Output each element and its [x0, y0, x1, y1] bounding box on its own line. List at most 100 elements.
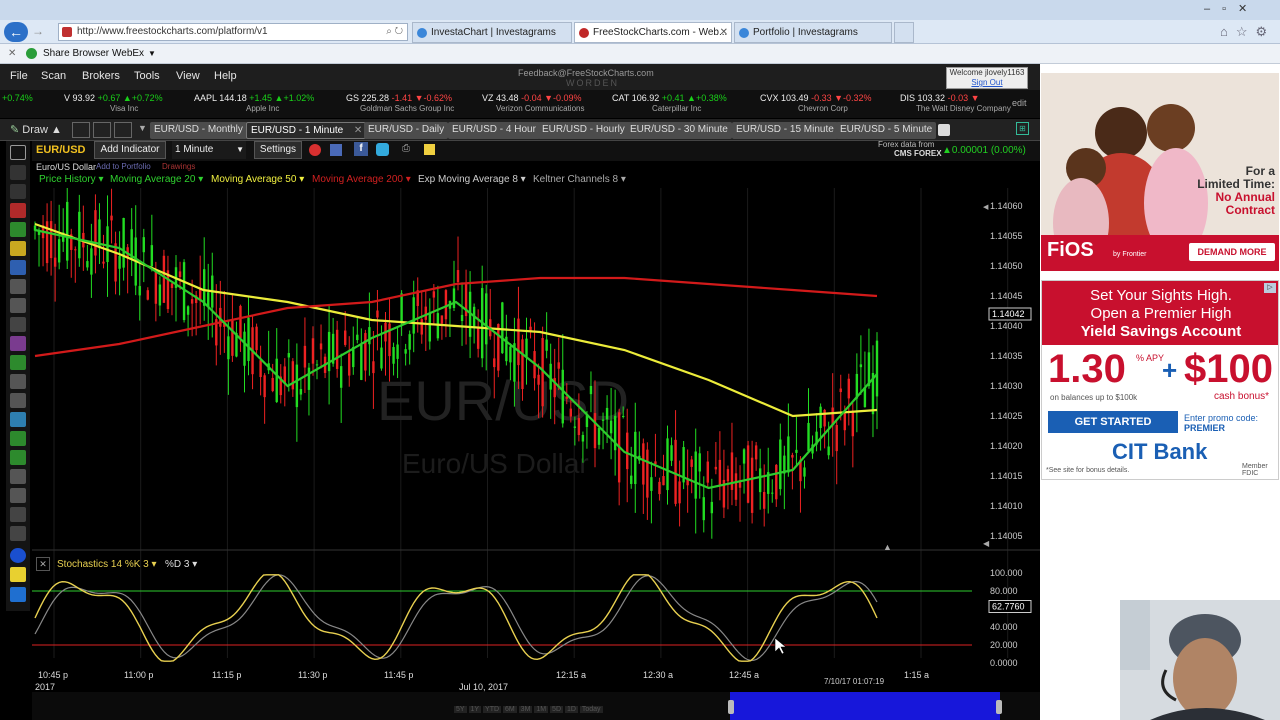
range-5y[interactable]: 5Y [454, 706, 467, 713]
vline-tool-icon[interactable] [10, 507, 26, 522]
layout-split-icon[interactable] [114, 122, 132, 138]
menu-scan[interactable]: Scan [41, 70, 66, 82]
chart-tab-daily[interactable]: EUR/USD - Daily [364, 122, 449, 139]
ticker-item[interactable]: DIS 103.32 -0.03 ▼ The Walt Disney Compa… [900, 93, 1011, 113]
cit-bank-ad[interactable]: Set Your Sights High. Open a Premier Hig… [1041, 280, 1279, 480]
move-tool-icon[interactable] [10, 165, 26, 180]
copy-icon[interactable] [330, 144, 342, 156]
chevron-down-icon[interactable]: ▼ [148, 44, 156, 63]
stochastics-legend[interactable]: Stochastics 14 %K 3 ▾ [57, 559, 157, 570]
regression-tool-icon[interactable] [10, 488, 26, 503]
ticker-item[interactable]: CVX 103.49 -0.33 ▼-0.32% Chevron Corp [760, 93, 872, 113]
parallel-tool-icon[interactable] [10, 412, 26, 427]
add-indicator-button[interactable]: Add Indicator [94, 141, 166, 159]
trendline-tool-icon[interactable] [10, 298, 26, 313]
line-tool-icon[interactable] [10, 222, 26, 237]
scroller-handle-right[interactable] [996, 700, 1002, 714]
ticker-item[interactable]: AAPL 144.18 +1.45 ▲+1.02% Apple Inc [194, 93, 314, 113]
chart-tab-30-minute[interactable]: EUR/USD - 30 Minute [626, 122, 732, 139]
close-bar-icon[interactable]: ✕ [8, 44, 16, 63]
address-bar[interactable]: http://www.freestockcharts.com/platform/… [58, 23, 408, 41]
webex-button[interactable]: WebEx [112, 44, 144, 63]
legend-ma20[interactable]: Moving Average 20 ▾ [110, 174, 203, 185]
price-chart[interactable]: EUR/USD Euro/US Dollar 1.140601.140551.1… [32, 188, 1040, 693]
drawings-link[interactable]: Drawings [162, 162, 195, 171]
eraser-tool-icon[interactable] [10, 203, 26, 218]
fan-tool-icon[interactable] [10, 450, 26, 465]
menu-tools[interactable]: Tools [134, 70, 160, 82]
chart-tab-1-minute[interactable]: EUR/USD - 1 Minute ✕ [246, 122, 367, 139]
text-tool-icon[interactable] [10, 241, 26, 256]
ticker-item[interactable]: VZ 43.48 -0.04 ▼-0.09% Verizon Communica… [482, 93, 584, 113]
hand-tool-icon[interactable] [10, 184, 26, 199]
ticker-item[interactable]: CAT 106.92 +0.41 ▲+0.38% Caterpillar Inc [612, 93, 727, 113]
chart-tab-hourly[interactable]: EUR/USD - Hourly [538, 122, 629, 139]
legend-keltner[interactable]: Keltner Channels 8 ▾ [533, 174, 626, 185]
legend-ma200[interactable]: Moving Average 200 ▾ [312, 174, 411, 185]
share-browser-button[interactable]: Share Browser [43, 44, 109, 63]
sign-out-link[interactable]: Sign Out [947, 78, 1027, 88]
chart-tab-4-hour[interactable]: EUR/USD - 4 Hour [448, 122, 540, 139]
horizontal-line-tool-icon[interactable] [10, 393, 26, 408]
range-6m[interactable]: 6M [502, 706, 517, 713]
scroller-handle-left[interactable] [728, 700, 734, 714]
facebook-icon[interactable]: f [354, 142, 368, 156]
browser-tab-investachart[interactable]: InvestaChart | Investagrams [412, 22, 572, 43]
ticker-item[interactable]: V 93.92 +0.67 ▲+0.72% Visa Inc [64, 93, 163, 113]
tabs-menu-icon[interactable]: ▼ [138, 123, 147, 133]
home-star-gear-icons[interactable]: ⌂☆⚙ [1220, 24, 1275, 40]
cycle-tool-icon[interactable] [10, 469, 26, 484]
channel-tool-icon[interactable] [10, 279, 26, 294]
browser-tab-portfolio[interactable]: Portfolio | Investagrams [734, 22, 892, 43]
range-1m[interactable]: 1M [534, 706, 549, 713]
close-pane-icon[interactable]: ✕ [36, 557, 50, 571]
note-tool-icon[interactable] [10, 567, 26, 582]
menu-brokers[interactable]: Brokers [82, 70, 120, 82]
window-controls[interactable]: –▫✕ [1204, 2, 1274, 17]
stochastics-d-legend[interactable]: %D 3 ▾ [165, 559, 197, 570]
get-started-button[interactable]: GET STARTED [1048, 411, 1178, 433]
fib-tool-icon[interactable] [10, 260, 26, 275]
speed-lines-tool-icon[interactable] [10, 431, 26, 446]
demand-more-button[interactable]: DEMAND MORE [1189, 243, 1275, 261]
search-refresh-icon[interactable]: ⌕ ↻ [386, 24, 403, 40]
ticker-item[interactable]: +0.74% [2, 93, 33, 103]
ad-choices-icon[interactable]: ▷ [1264, 283, 1276, 293]
range-3m[interactable]: 3M [518, 706, 533, 713]
arc-tool-icon[interactable] [10, 374, 26, 389]
note-icon[interactable] [424, 144, 435, 155]
add-to-portfolio-link[interactable]: Add to Portfolio [96, 162, 151, 171]
fios-ad[interactable]: For a Limited Time: No Annual Contract FiO… [1041, 73, 1279, 271]
menu-view[interactable]: View [176, 70, 200, 82]
ellipse-tool-icon[interactable] [10, 548, 26, 563]
rectangle-tool-icon[interactable] [10, 526, 26, 541]
vertical-lines-tool-icon[interactable] [10, 317, 26, 332]
settings-button[interactable]: Settings [254, 141, 302, 159]
close-tab-icon[interactable]: ✕ [720, 23, 728, 42]
ticker-item[interactable]: GS 225.28 -1.41 ▼-0.62% Goldman Sachs Gr… [346, 93, 454, 113]
back-button[interactable]: ← [4, 22, 28, 42]
chart-tab-monthly[interactable]: EUR/USD - Monthly [150, 122, 247, 139]
legend-price-history[interactable]: Price History ▾ [39, 174, 104, 185]
scroller-window[interactable] [730, 692, 1000, 720]
grid-view-icon[interactable]: ⊞ [1016, 122, 1029, 135]
print-icon[interactable]: ⎙ [402, 143, 410, 154]
forward-button[interactable]: → [32, 24, 44, 38]
layout-grid-icon[interactable] [93, 122, 111, 138]
pitchfork-tool-icon[interactable] [10, 336, 26, 351]
record-icon[interactable] [309, 144, 321, 156]
draw-button[interactable]: ✎ Draw ▲ [10, 123, 62, 136]
range-ytd[interactable]: YTD [483, 706, 502, 713]
legend-ema8[interactable]: Exp Moving Average 8 ▾ [418, 174, 526, 185]
crosshair-tool-icon[interactable] [10, 145, 26, 160]
gann-tool-icon[interactable] [10, 355, 26, 370]
range-1y[interactable]: 1Y [468, 706, 482, 713]
twitter-icon[interactable] [376, 143, 389, 156]
range-1d[interactable]: 1D [564, 706, 578, 713]
feedback-link[interactable]: Feedback@FreeStockCharts.com [518, 68, 654, 78]
layout-1-icon[interactable] [72, 122, 90, 138]
close-tab-icon[interactable]: ✕ [354, 123, 362, 139]
menu-help[interactable]: Help [214, 70, 237, 82]
new-tab-button[interactable] [894, 22, 914, 43]
ticker-edit-link[interactable]: edit [1012, 98, 1027, 108]
